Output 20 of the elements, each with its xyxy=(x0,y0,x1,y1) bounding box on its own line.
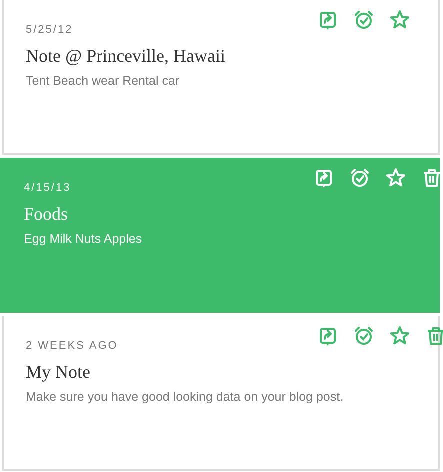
star-icon[interactable] xyxy=(390,326,410,346)
share-icon[interactable] xyxy=(314,168,334,188)
trash-icon[interactable] xyxy=(426,326,443,346)
note-title: Note @ Princeville, Hawaii xyxy=(26,44,227,68)
alarm-clock-icon[interactable] xyxy=(350,168,370,188)
note-snippet: Tent Beach wear Rental car xyxy=(26,72,181,90)
note-card[interactable]: 2 WEEKS AGO My Note Make sure you have good looking data on your blog post. xyxy=(2,316,440,471)
note-date: 4/15/13 xyxy=(24,181,72,196)
share-icon[interactable] xyxy=(318,326,338,346)
note-date: 2 WEEKS AGO xyxy=(26,339,120,354)
note-card[interactable]: 5/25/12 Note @ Princeville, Hawaii Tent Beach wear Rental car xyxy=(2,0,440,155)
note-title: My Note xyxy=(26,360,92,384)
alarm-clock-icon[interactable] xyxy=(354,10,374,30)
note-title: Foods xyxy=(24,202,70,226)
note-snippet: Make sure you have good looking data on your blog post. xyxy=(26,388,345,406)
note-snippet: Egg Milk Nuts Apples xyxy=(24,230,144,248)
star-icon[interactable] xyxy=(390,10,410,30)
share-icon[interactable] xyxy=(318,10,338,30)
note-date: 5/25/12 xyxy=(26,23,74,38)
alarm-clock-icon[interactable] xyxy=(354,326,374,346)
